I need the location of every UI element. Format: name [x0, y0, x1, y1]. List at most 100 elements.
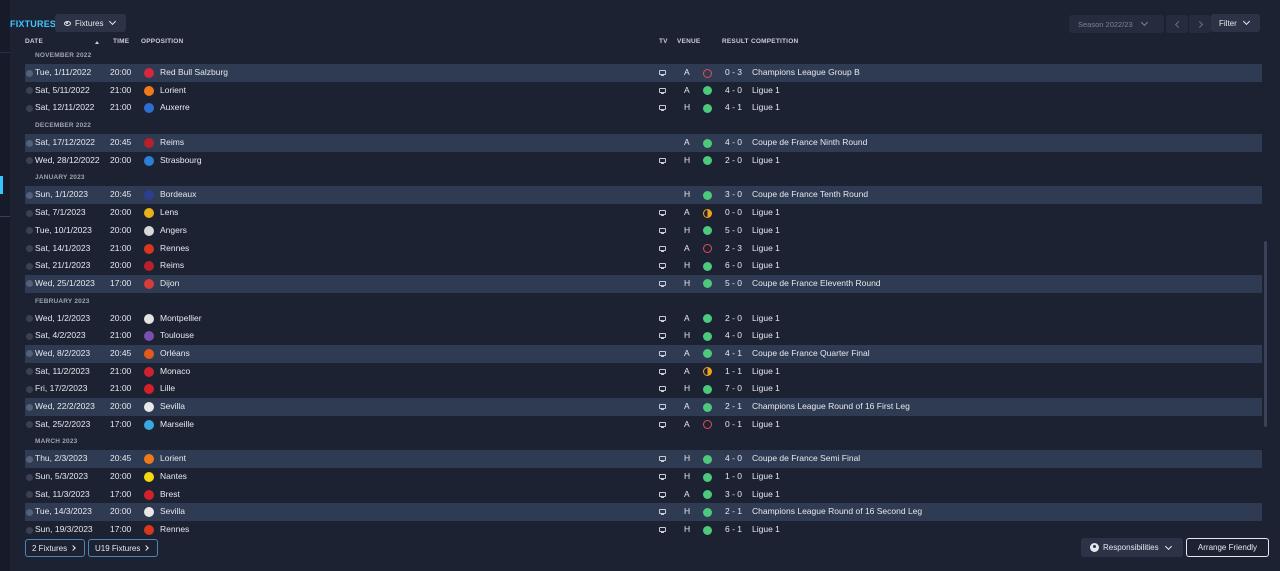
arrange-friendly-button[interactable]: Arrange Friendly	[1186, 538, 1269, 557]
competition-link[interactable]: Ligue 1	[752, 416, 780, 434]
competition-link[interactable]: Ligue 1	[752, 468, 780, 486]
opposition-link[interactable]: Orléans	[160, 345, 190, 363]
fixture-result[interactable]: 3 - 0	[725, 186, 742, 204]
fixture-row[interactable]: Sun, 5/3/2023 20:00 Nantes H 1 - 0 Ligue…	[25, 468, 1262, 486]
fixture-row[interactable]: Tue, 14/3/2023 20:00 Sevilla H 2 - 1 Cha…	[25, 503, 1262, 522]
fixture-row[interactable]: Wed, 1/2/2023 20:00 Montpellier A 2 - 0 …	[25, 310, 1262, 328]
fixture-row[interactable]: Sat, 4/2/2023 21:00 Toulouse H 4 - 0 Lig…	[25, 327, 1262, 345]
fixture-row[interactable]: Tue, 1/11/2022 20:00 Red Bull Salzburg A…	[25, 64, 1262, 82]
opposition-link[interactable]: Bordeaux	[160, 186, 196, 204]
fixture-row[interactable]: Sun, 1/1/2023 20:45 Bordeaux H 3 - 0 Cou…	[25, 186, 1262, 205]
fixture-row[interactable]: Sat, 21/1/2023 20:00 Reims H 6 - 0 Ligue…	[25, 257, 1262, 275]
opposition-link[interactable]: Montpellier	[160, 310, 202, 328]
fixture-row[interactable]: Sat, 12/11/2022 21:00 Auxerre H 4 - 1 Li…	[25, 99, 1262, 117]
fixture-result[interactable]: 2 - 3	[725, 240, 742, 258]
competition-link[interactable]: Ligue 1	[752, 521, 780, 538]
competition-link[interactable]: Champions League Group B	[752, 64, 860, 82]
fixture-result[interactable]: 4 - 1	[725, 345, 742, 363]
competition-link[interactable]: Ligue 1	[752, 82, 780, 100]
fixture-result[interactable]: 7 - 0	[725, 380, 742, 398]
fixture-result[interactable]: 5 - 0	[725, 275, 742, 293]
competition-link[interactable]: Ligue 1	[752, 257, 780, 275]
view-dropdown[interactable]: Fixtures	[55, 14, 126, 32]
opposition-link[interactable]: Sevilla	[160, 503, 185, 521]
fixture-row[interactable]: Wed, 25/1/2023 17:00 Dijon H 5 - 0 Coupe…	[25, 274, 1262, 293]
fixture-row[interactable]: Fri, 17/2/2023 21:00 Lille H 7 - 0 Ligue…	[25, 380, 1262, 398]
opposition-link[interactable]: Angers	[160, 222, 187, 240]
fixture-result[interactable]: 2 - 1	[725, 503, 742, 521]
fixture-result[interactable]: 5 - 0	[725, 222, 742, 240]
fixture-result[interactable]: 6 - 1	[725, 521, 742, 538]
opposition-link[interactable]: Nantes	[160, 468, 187, 486]
competition-link[interactable]: Ligue 1	[752, 380, 780, 398]
opposition-link[interactable]: Brest	[160, 486, 180, 504]
next-season-button[interactable]	[1189, 15, 1211, 33]
list-scrollbar[interactable]	[1264, 241, 1267, 427]
competition-link[interactable]: Coupe de France Quarter Final	[752, 345, 870, 363]
fixture-row[interactable]: Sat, 5/11/2022 21:00 Lorient A 4 - 0 Lig…	[25, 82, 1262, 100]
opposition-link[interactable]: Rennes	[160, 240, 189, 258]
opposition-link[interactable]: Red Bull Salzburg	[160, 64, 228, 82]
fixture-result[interactable]: 1 - 0	[725, 468, 742, 486]
fixture-result[interactable]: 4 - 0	[725, 82, 742, 100]
opposition-link[interactable]: Rennes	[160, 521, 189, 538]
u19-fixtures-button[interactable]: U19 Fixtures	[88, 539, 158, 557]
competition-link[interactable]: Coupe de France Semi Final	[752, 450, 860, 468]
opposition-link[interactable]: Sevilla	[160, 398, 185, 416]
fixture-row[interactable]: Sat, 11/2/2023 21:00 Monaco A 1 - 1 Ligu…	[25, 363, 1262, 381]
fixture-result[interactable]: 4 - 1	[725, 99, 742, 117]
fixtures-count-button[interactable]: 2 Fixtures	[25, 539, 85, 557]
filter-button[interactable]: Filter	[1211, 14, 1260, 32]
competition-link[interactable]: Ligue 1	[752, 240, 780, 258]
competition-link[interactable]: Ligue 1	[752, 152, 780, 170]
competition-link[interactable]: Ligue 1	[752, 486, 780, 504]
fixture-result[interactable]: 0 - 0	[725, 204, 742, 222]
fixture-row[interactable]: Sat, 11/3/2023 17:00 Brest A 3 - 0 Ligue…	[25, 486, 1262, 504]
fixture-result[interactable]: 0 - 3	[725, 64, 742, 82]
fixture-result[interactable]: 6 - 0	[725, 257, 742, 275]
season-select[interactable]: Season 2022/23	[1069, 15, 1164, 33]
fixture-row[interactable]: Sat, 25/2/2023 17:00 Marseille A 0 - 1 L…	[25, 416, 1262, 434]
responsibilities-button[interactable]: Responsibilities	[1081, 538, 1183, 557]
opposition-link[interactable]: Monaco	[160, 363, 190, 381]
opposition-link[interactable]: Marseille	[160, 416, 194, 434]
fixture-row[interactable]: Sat, 7/1/2023 20:00 Lens A 0 - 0 Ligue 1	[25, 204, 1262, 222]
opposition-link[interactable]: Dijon	[160, 275, 179, 293]
competition-link[interactable]: Ligue 1	[752, 310, 780, 328]
fixture-row[interactable]: Sat, 14/1/2023 21:00 Rennes A 2 - 3 Ligu…	[25, 240, 1262, 258]
opposition-link[interactable]: Lens	[160, 204, 178, 222]
opposition-link[interactable]: Lorient	[160, 450, 186, 468]
competition-link[interactable]: Ligue 1	[752, 222, 780, 240]
competition-link[interactable]: Coupe de France Ninth Round	[752, 134, 867, 152]
fixture-row[interactable]: Sat, 17/12/2022 20:45 Reims A 4 - 0 Coup…	[25, 134, 1262, 152]
opposition-link[interactable]: Toulouse	[160, 327, 194, 345]
previous-season-button[interactable]	[1166, 15, 1188, 33]
fixture-row[interactable]: Wed, 8/2/2023 20:45 Orléans A 4 - 1 Coup…	[25, 344, 1262, 363]
competition-link[interactable]: Ligue 1	[752, 99, 780, 117]
competition-link[interactable]: Ligue 1	[752, 363, 780, 381]
competition-link[interactable]: Ligue 1	[752, 327, 780, 345]
opposition-link[interactable]: Auxerre	[160, 99, 190, 117]
competition-link[interactable]: Ligue 1	[752, 204, 780, 222]
fixture-result[interactable]: 4 - 0	[725, 134, 742, 152]
fixture-result[interactable]: 4 - 0	[725, 450, 742, 468]
competition-link[interactable]: Champions League Round of 16 Second Leg	[752, 503, 922, 521]
fixture-row[interactable]: Tue, 10/1/2023 20:00 Angers H 5 - 0 Ligu…	[25, 222, 1262, 240]
fixture-result[interactable]: 2 - 0	[725, 310, 742, 328]
opposition-link[interactable]: Strasbourg	[160, 152, 202, 170]
fixture-result[interactable]: 4 - 0	[725, 327, 742, 345]
fixture-result[interactable]: 1 - 1	[725, 363, 742, 381]
opposition-link[interactable]: Lorient	[160, 82, 186, 100]
fixture-row[interactable]: Wed, 22/2/2023 20:00 Sevilla A 2 - 1 Cha…	[25, 398, 1262, 416]
competition-link[interactable]: Champions League Round of 16 First Leg	[752, 398, 910, 416]
competition-link[interactable]: Coupe de France Tenth Round	[752, 186, 868, 204]
opposition-link[interactable]: Reims	[160, 257, 184, 275]
fixture-result[interactable]: 2 - 1	[725, 398, 742, 416]
fixture-row[interactable]: Wed, 28/12/2022 20:00 Strasbourg H 2 - 0…	[25, 152, 1262, 170]
competition-link[interactable]: Coupe de France Eleventh Round	[752, 275, 881, 293]
fixture-row[interactable]: Thu, 2/3/2023 20:45 Lorient H 4 - 0 Coup…	[25, 450, 1262, 469]
fixture-result[interactable]: 2 - 0	[725, 152, 742, 170]
fixture-result[interactable]: 0 - 1	[725, 416, 742, 434]
opposition-link[interactable]: Reims	[160, 134, 184, 152]
fixture-result[interactable]: 3 - 0	[725, 486, 742, 504]
